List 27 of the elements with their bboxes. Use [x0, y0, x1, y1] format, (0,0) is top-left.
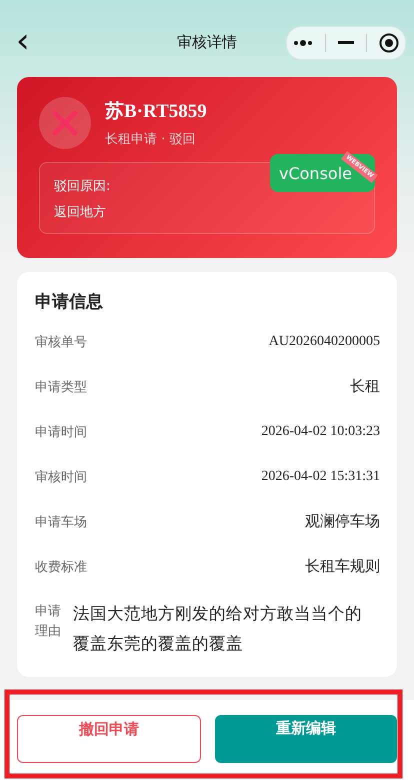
field-label: 审核时间 [35, 468, 87, 486]
withdraw-button[interactable]: 撤回申请 [17, 715, 201, 763]
back-button[interactable]: ‹ [10, 24, 36, 58]
page-title: 审核详情 [177, 32, 237, 52]
reason-label: 驳回原因: [54, 178, 112, 195]
field-value: 长租车规则 [305, 557, 380, 576]
section-title: 申请信息 [35, 291, 104, 313]
field-label: 申请车场 [35, 514, 87, 530]
field-label: 收费标准 [35, 558, 87, 576]
status-subtitle: 长租申请 · 驳回 [105, 131, 196, 148]
field-label: 审核单号 [35, 334, 87, 350]
edit-button[interactable]: 重新编辑 [215, 715, 397, 763]
reason-text: 返回地方 [54, 204, 107, 221]
field-value: 法国大范地方刚发的给对方敢当当个的覆盖东莞的覆盖的覆盖 [73, 603, 363, 655]
more-icon[interactable] [293, 39, 313, 47]
field-value: 2026-04-02 15:31:31 [261, 468, 380, 484]
field-value: 2026-04-02 10:03:23 [261, 424, 380, 440]
close-icon[interactable] [379, 33, 399, 53]
field-label: 申请类型 [35, 378, 87, 396]
cross-icon [52, 110, 78, 136]
field-value: 观澜停车场 [305, 512, 380, 531]
field-value: 长租 [350, 377, 380, 396]
plate-number: 苏B·RT5859 [105, 100, 207, 124]
field-value: AU2026040200005 [268, 334, 380, 350]
field-label: 申请理由 [35, 603, 62, 641]
minimize-icon[interactable] [338, 41, 354, 45]
field-label: 申请时间 [35, 424, 87, 440]
